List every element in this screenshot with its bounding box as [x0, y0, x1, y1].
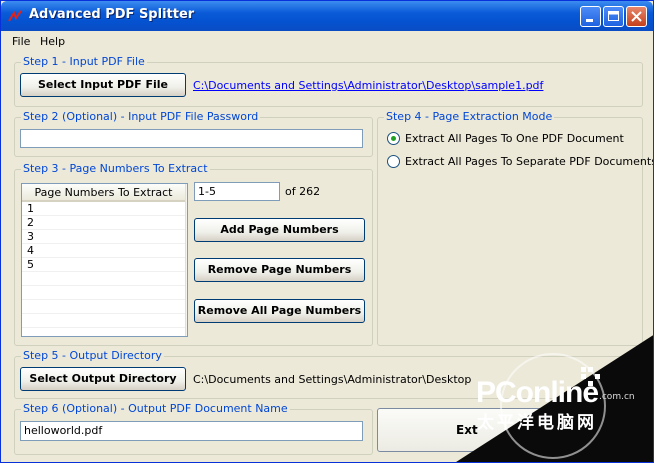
- page-count-label: of 262: [285, 185, 321, 198]
- step4-group: Step 4 - Page Extraction Mode Extract Al…: [377, 110, 653, 346]
- maximize-icon: [608, 11, 619, 21]
- minimize-button[interactable]: [580, 6, 601, 27]
- remove-page-numbers-button[interactable]: Remove Page Numbers: [194, 258, 365, 282]
- radio-selected-dot: [391, 136, 396, 141]
- page-numbers-list[interactable]: Page Numbers To Extract 1 2 3 4 5: [21, 183, 188, 337]
- list-item-empty: [22, 272, 185, 286]
- list-item[interactable]: 4: [22, 244, 185, 258]
- list-column-header[interactable]: Page Numbers To Extract: [22, 184, 185, 202]
- app-window: Advanced PDF Splitter File Help Step 1 -…: [0, 0, 654, 463]
- menu-file[interactable]: File: [12, 35, 30, 48]
- step2-legend: Step 2 (Optional) - Input PDF File Passw…: [21, 110, 261, 123]
- minimize-icon: [586, 19, 593, 22]
- maximize-button[interactable]: [603, 6, 624, 27]
- password-field[interactable]: [20, 129, 363, 148]
- menu-help[interactable]: Help: [40, 35, 65, 48]
- step3-legend: Step 3 - Page Numbers To Extract: [21, 162, 210, 175]
- app-logo-icon: [8, 10, 22, 22]
- page-range-input[interactable]: 1-5: [194, 182, 280, 201]
- watermark-brand-text: PConline: [476, 376, 599, 409]
- step1-group: Step 1 - Input PDF File Select Input PDF…: [14, 55, 643, 107]
- radio-extract-one-label[interactable]: Extract All Pages To One PDF Document: [405, 132, 624, 145]
- add-page-numbers-button[interactable]: Add Page Numbers: [194, 218, 365, 242]
- radio-extract-separate-documents[interactable]: [387, 155, 400, 168]
- list-item-empty: [22, 286, 185, 300]
- list-item-empty: [22, 300, 185, 314]
- list-item[interactable]: 5: [22, 258, 185, 272]
- remove-all-page-numbers-button[interactable]: Remove All Page Numbers: [194, 299, 365, 323]
- step6-legend: Step 6 (Optional) - Output PDF Document …: [21, 402, 290, 415]
- close-button[interactable]: [626, 6, 647, 27]
- title-bar[interactable]: Advanced PDF Splitter: [1, 1, 653, 31]
- input-file-path-link[interactable]: C:\Documents and Settings\Administrator\…: [193, 79, 543, 92]
- step1-legend: Step 1 - Input PDF File: [21, 55, 147, 68]
- watermark-chinese-text: 太平洋电脑网: [477, 413, 597, 433]
- list-item[interactable]: 3: [22, 230, 185, 244]
- step6-group: Step 6 (Optional) - Output PDF Document …: [14, 402, 373, 455]
- watermark-domain-text: .com.cn: [599, 392, 635, 402]
- step5-legend: Step 5 - Output Directory: [21, 349, 164, 362]
- select-output-directory-button[interactable]: Select Output Directory: [20, 367, 186, 391]
- step4-legend: Step 4 - Page Extraction Mode: [384, 110, 555, 123]
- step2-group: Step 2 (Optional) - Input PDF File Passw…: [14, 110, 373, 157]
- close-icon: [631, 11, 642, 22]
- output-name-field[interactable]: helloworld.pdf: [20, 421, 363, 441]
- menu-bar: File Help: [1, 31, 653, 51]
- list-item-empty: [22, 314, 185, 328]
- output-directory-path: C:\Documents and Settings\Administrator\…: [193, 373, 472, 386]
- window-title: Advanced PDF Splitter: [29, 7, 195, 22]
- list-item[interactable]: 1: [22, 202, 185, 216]
- step3-group: Step 3 - Page Numbers To Extract Page Nu…: [14, 162, 373, 346]
- radio-extract-separate-label[interactable]: Extract All Pages To Separate PDF Docume…: [405, 155, 653, 168]
- radio-extract-one-document[interactable]: [387, 132, 400, 145]
- select-input-pdf-button[interactable]: Select Input PDF File: [20, 73, 186, 97]
- list-item[interactable]: 2: [22, 216, 185, 230]
- list-column-filler: [185, 184, 187, 336]
